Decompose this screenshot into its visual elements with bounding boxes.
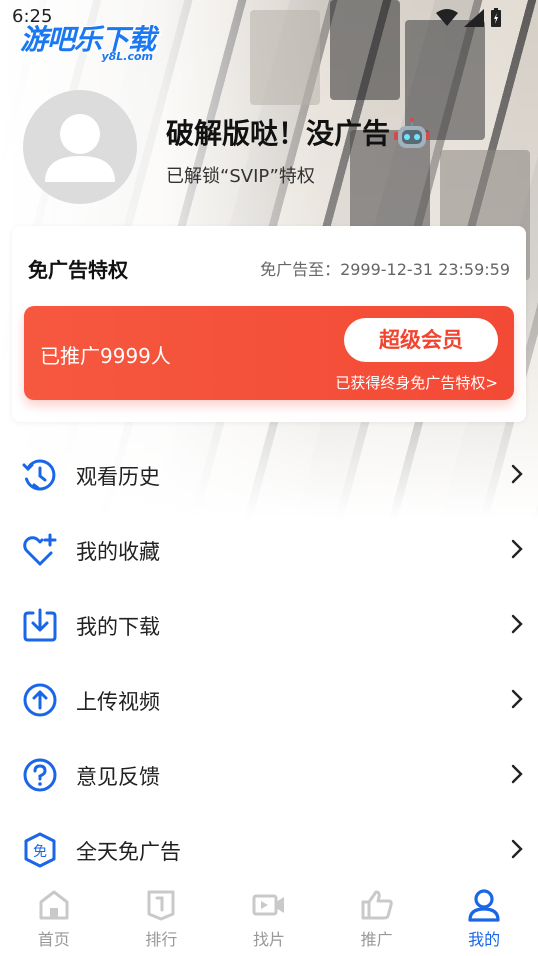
promotion-count: 已推广9999人 [40, 344, 171, 368]
vip-status-text: 已解锁“SVIP”特权 [166, 166, 315, 187]
default-user-icon [45, 114, 115, 182]
tab-home[interactable]: 首页 [0, 876, 108, 956]
ad-free-shield-icon: 免 [24, 832, 56, 868]
tab-label: 排行 [145, 930, 178, 949]
username-text: 破解版哒！没广告 [166, 117, 391, 150]
poster-tile [250, 10, 320, 105]
username: 破解版哒！没广告 [166, 112, 431, 152]
wifi-icon [436, 9, 458, 26]
chevron-right-icon [511, 464, 523, 484]
signal-icon [464, 9, 484, 27]
tab-label: 推广 [360, 930, 393, 949]
chevron-right-icon [511, 614, 523, 634]
card-title: 免广告特权 [28, 258, 128, 282]
profile-menu: 观看历史 我的收藏 我的下载 上传视频 意见反馈 免 全天免广告 [0, 437, 538, 887]
menu-item-feedback[interactable]: 意见反馈 [0, 737, 538, 812]
chevron-right-icon [511, 689, 523, 709]
menu-item-label: 我的下载 [76, 615, 160, 639]
feedback-question-icon [23, 758, 57, 792]
tab-label: 找片 [252, 930, 285, 949]
tab-label: 我的 [468, 930, 501, 949]
bottom-tab-bar: 首页 排行 找片 推广 我的 [0, 876, 538, 956]
lifetime-ad-free-link[interactable]: 已获得终身免广告特权> [335, 372, 498, 393]
menu-item-downloads[interactable]: 我的下载 [0, 587, 538, 662]
menu-item-upload[interactable]: 上传视频 [0, 662, 538, 737]
menu-item-history[interactable]: 观看历史 [0, 437, 538, 512]
robot-emoji-icon [394, 118, 431, 148]
super-vip-button[interactable]: 超级会员 [344, 318, 498, 362]
logo-domain: y8L.com [101, 50, 154, 63]
tab-mine[interactable]: 我的 [430, 876, 538, 956]
thumbs-up-icon [361, 890, 393, 920]
svg-text:免: 免 [33, 844, 47, 860]
tab-label: 首页 [37, 930, 70, 949]
chevron-right-icon [511, 764, 523, 784]
tab-promotion[interactable]: 推广 [323, 876, 431, 956]
user-icon [468, 889, 500, 922]
home-icon [39, 890, 69, 920]
poster-tile [330, 0, 400, 100]
battery-icon [491, 8, 501, 27]
menu-item-favorites[interactable]: 我的收藏 [0, 512, 538, 587]
ad-free-expiry: 免广告至：2999-12-31 23:59:59 [260, 260, 510, 279]
ranking-icon [147, 890, 175, 921]
avatar[interactable] [23, 90, 137, 204]
download-icon [23, 608, 57, 642]
menu-item-label: 上传视频 [76, 690, 160, 714]
privilege-card: 免广告特权 免广告至：2999-12-31 23:59:59 已推广9999人 … [12, 226, 526, 422]
tab-find-videos[interactable]: 找片 [215, 876, 323, 956]
site-logo: 游吧乐下载 y8L.com [20, 18, 156, 63]
chevron-right-icon [511, 839, 523, 859]
chevron-right-icon [511, 539, 523, 559]
status-icons [436, 8, 502, 28]
favorite-heart-icon [23, 533, 57, 566]
menu-item-label: 全天免广告 [76, 840, 181, 864]
video-camera-icon [252, 894, 284, 916]
upload-icon [23, 683, 57, 717]
menu-item-label: 我的收藏 [76, 540, 160, 564]
promotion-banner[interactable]: 已推广9999人 超级会员 已获得终身免广告特权> [24, 306, 514, 400]
menu-item-label: 意见反馈 [76, 765, 160, 789]
menu-item-label: 观看历史 [76, 465, 160, 489]
tab-ranking[interactable]: 排行 [108, 876, 216, 956]
history-icon [22, 459, 56, 491]
